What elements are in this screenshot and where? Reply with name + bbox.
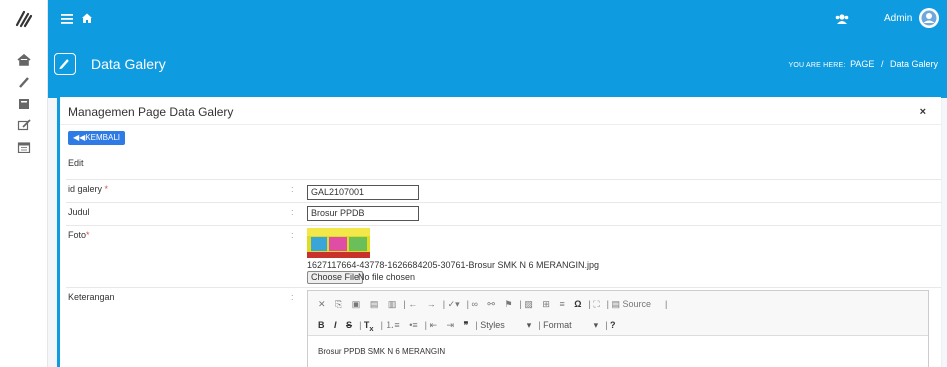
card-title: Managemen Page Data Galery	[68, 105, 234, 119]
redo-icon[interactable]: →	[427, 299, 436, 309]
page-title: Data Galery	[91, 56, 166, 72]
foto-label-text: Foto	[68, 230, 87, 240]
breadcrumb-separator: /	[880, 59, 884, 69]
pencil-icon[interactable]	[17, 76, 31, 88]
table-icon[interactable]: ⊞	[542, 299, 550, 309]
image-icon[interactable]: ▨	[524, 299, 533, 309]
keterangan-label: Keterangan	[68, 292, 115, 302]
colon: :	[291, 207, 294, 217]
id-galery-label-text: id galery	[68, 184, 103, 194]
divider	[66, 287, 941, 288]
format-label: Format	[543, 320, 572, 330]
remove-format-icon[interactable]: Tx	[364, 320, 374, 333]
help-icon[interactable]: ?	[610, 320, 616, 330]
blockquote-icon[interactable]: ❞	[464, 320, 469, 330]
choose-file-button[interactable]: Choose File	[307, 271, 364, 284]
italic-icon[interactable]: I	[334, 320, 337, 330]
breadcrumb-page-link[interactable]: PAGE	[850, 59, 874, 69]
home-icon[interactable]	[17, 54, 31, 66]
double-chevron-left-icon: ◀◀	[73, 133, 86, 142]
styles-dropdown[interactable]: Styles ▾	[480, 320, 531, 330]
undo-icon[interactable]: ←	[408, 299, 417, 309]
divider	[60, 124, 941, 125]
back-button[interactable]: ◀◀KEMBALI	[68, 131, 125, 145]
paste-icon[interactable]: ▣	[352, 299, 361, 309]
source-button[interactable]: ▤ Source	[611, 299, 658, 309]
colon: :	[291, 292, 294, 302]
numbered-list-icon[interactable]: ⒈≡	[385, 320, 399, 330]
required-marker: *	[104, 184, 109, 194]
toolbar-row-1: ✕ ⎘ ▣ ▤ ▥ | ← → | ✓▾ | ∞ ⚯ ⚑ | ▨ ⊞ ≡ Ω | ⛶ | ▤…	[318, 299, 668, 309]
breadcrumb: YOU ARE HERE: PAGE / Data Galery	[789, 59, 939, 69]
divider	[66, 202, 941, 203]
photo-filename: 1627117664-43778-1626684205-30761-Brosur…	[307, 260, 600, 270]
topbar: Admin	[48, 0, 947, 38]
editor-content[interactable]: Brosur PPDB SMK N 6 MERANGIN	[318, 347, 445, 356]
section-label: Edit	[68, 158, 84, 168]
id-galery-label: id galery *	[68, 184, 108, 194]
required-marker: *	[86, 230, 90, 240]
divider	[66, 225, 941, 226]
indent-icon[interactable]: ⇥	[447, 320, 455, 330]
judul-input[interactable]: Brosur PPDB	[307, 206, 419, 221]
maximize-icon[interactable]: ⛶	[593, 299, 599, 309]
divider	[66, 179, 941, 180]
copy-icon[interactable]: ⎘	[335, 299, 342, 309]
link-icon[interactable]: ∞	[471, 299, 477, 309]
sidebar	[0, 0, 48, 367]
anchor-icon[interactable]: ⚑	[504, 299, 512, 309]
format-dropdown[interactable]: Format ▾	[543, 320, 598, 330]
strike-icon[interactable]: S	[346, 320, 352, 330]
styles-label: Styles	[480, 320, 505, 330]
calendar-icon[interactable]	[17, 141, 31, 153]
outdent-icon[interactable]: ⇤	[429, 320, 437, 330]
cut-icon[interactable]: ✕	[318, 299, 326, 309]
paste-word-icon[interactable]: ▥	[388, 299, 397, 309]
book-icon[interactable]	[17, 98, 31, 110]
form-card: Managemen Page Data Galery × ◀◀KEMBALI E…	[57, 97, 941, 367]
foto-label: Foto*	[68, 230, 90, 240]
special-char-icon[interactable]: Ω	[574, 299, 581, 309]
unlink-icon[interactable]: ⚯	[487, 299, 495, 309]
logo-icon[interactable]	[14, 9, 34, 29]
back-button-label: KEMBALI	[85, 133, 120, 142]
colon: :	[291, 230, 294, 240]
judul-label: Judul	[68, 207, 90, 217]
avatar[interactable]	[919, 8, 939, 28]
horizontal-line-icon[interactable]: ≡	[559, 299, 564, 309]
colon: :	[291, 184, 294, 194]
photo-thumbnail	[307, 228, 370, 258]
breadcrumb-current: Data Galery	[889, 59, 938, 69]
bold-icon[interactable]: B	[318, 320, 325, 330]
home-icon[interactable]	[81, 12, 93, 24]
pencil-icon	[54, 53, 76, 75]
breadcrumb-prefix: YOU ARE HERE:	[788, 62, 846, 69]
spellcheck-icon[interactable]: ✓▾	[448, 299, 460, 309]
toolbar-row-2: B I S | Tx | ⒈≡ •≡ | ⇤ ⇥ ❞ | Styles ▾ | Forma…	[318, 320, 616, 333]
page-header: Data Galery YOU ARE HERE: PAGE / Data Ga…	[48, 38, 947, 98]
bullet-list-icon[interactable]: •≡	[409, 320, 417, 330]
paste-text-icon[interactable]: ▤	[370, 299, 379, 309]
file-status: No file chosen	[358, 272, 416, 282]
editor-toolbar: ✕ ⎘ ▣ ▤ ▥ | ← → | ✓▾ | ∞ ⚯ ⚑ | ▨ ⊞ ≡ Ω | ⛶ | ▤…	[308, 291, 928, 336]
users-icon[interactable]	[835, 13, 849, 25]
edit-icon[interactable]	[17, 119, 31, 131]
menu-icon[interactable]	[61, 13, 73, 25]
rich-text-editor[interactable]: ✕ ⎘ ▣ ▤ ▥ | ← → | ✓▾ | ∞ ⚯ ⚑ | ▨ ⊞ ≡ Ω | ⛶ | ▤…	[307, 290, 929, 367]
admin-label[interactable]: Admin	[884, 13, 912, 24]
id-galery-input[interactable]: GAL2107001	[307, 185, 419, 200]
source-label: Source	[622, 299, 652, 309]
close-button[interactable]: ×	[920, 106, 926, 118]
user-avatar-icon	[921, 10, 937, 26]
